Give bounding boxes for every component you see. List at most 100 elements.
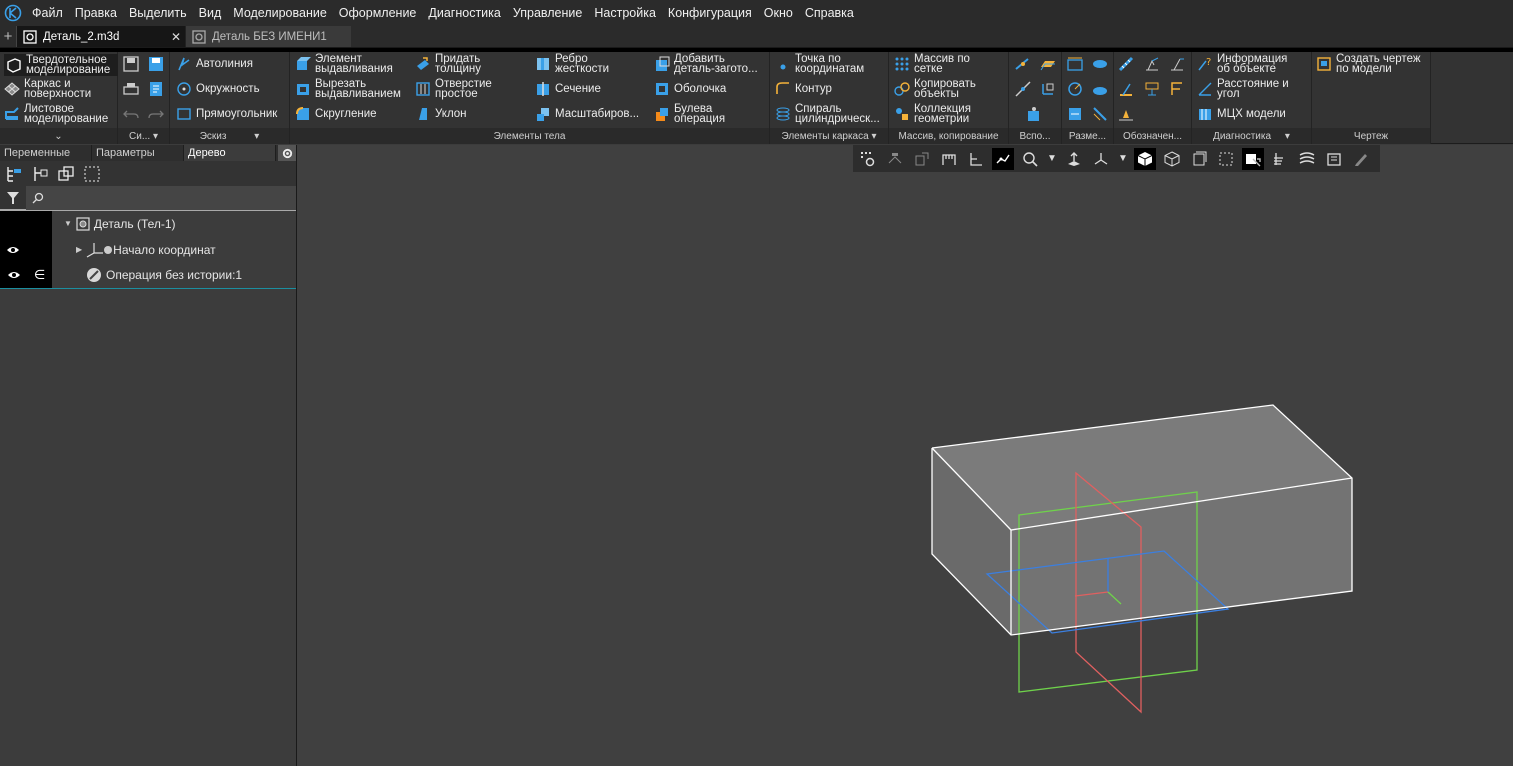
normal-to-icon[interactable]: [1063, 148, 1085, 170]
ribbon-group-footer[interactable]: Элементы тела: [290, 128, 769, 144]
select-object-icon[interactable]: [147, 80, 165, 98]
point-by-coordinates-button[interactable]: Точка по координатам: [775, 53, 864, 75]
tree-components-icon[interactable]: [57, 165, 75, 183]
base-mark-icon[interactable]: [1117, 80, 1135, 98]
shell-button[interactable]: Оболочка: [654, 81, 726, 97]
tree-selection-icon[interactable]: [83, 165, 101, 183]
object-info-button[interactable]: ? Информация об объекте: [1197, 53, 1287, 75]
stripes-icon[interactable]: [1296, 148, 1318, 170]
annotations-display-icon[interactable]: [965, 148, 987, 170]
filter-icon[interactable]: [0, 186, 26, 210]
extrude-button[interactable]: Элемент выдавливания: [295, 53, 393, 75]
ribbon-group-footer[interactable]: Обозначен...: [1114, 128, 1191, 144]
create-drawing-button[interactable]: Создать чертеж по модели: [1316, 53, 1421, 75]
weld-mark-icon[interactable]: [1117, 105, 1135, 123]
add-blank-part-button[interactable]: Добавить деталь-загото...: [654, 53, 758, 75]
collapse-arrow-icon[interactable]: ▶: [76, 245, 82, 254]
menu-settings[interactable]: Настройка: [588, 0, 662, 26]
expand-chevron-icon[interactable]: ⌄: [0, 128, 117, 144]
frame-selection-icon[interactable]: [1215, 148, 1237, 170]
expand-arrow-icon[interactable]: ▼: [64, 219, 72, 228]
tree-search-input[interactable]: [26, 186, 296, 210]
rectangle-button[interactable]: Прямоугольник: [176, 106, 277, 122]
drawing-view-icon[interactable]: [1323, 148, 1345, 170]
close-tab-icon[interactable]: ✕: [171, 30, 181, 44]
offset-plane-icon[interactable]: [1039, 55, 1057, 73]
scale-button[interactable]: Масштабиров...: [535, 106, 639, 122]
tree-history-icon[interactable]: [31, 165, 49, 183]
tab-parameters[interactable]: Параметры: [92, 145, 184, 161]
diameter-dimension-icon[interactable]: [1091, 55, 1109, 73]
auxiliary-axis-icon[interactable]: [1014, 55, 1032, 73]
roughness-icon[interactable]: [1143, 55, 1161, 73]
mass-properties-button[interactable]: МЦХ модели: [1197, 106, 1286, 122]
document-tab[interactable]: Деталь БЕЗ ИМЕНИ1: [185, 26, 351, 47]
menu-configuration[interactable]: Конфигурация: [662, 0, 758, 26]
save-icon[interactable]: [122, 55, 140, 73]
chevron-down-icon[interactable]: ▼: [1117, 148, 1129, 170]
menu-view[interactable]: Вид: [193, 0, 228, 26]
menu-file[interactable]: Файл: [26, 0, 69, 26]
zoom-icon[interactable]: [1019, 148, 1041, 170]
eye-icon[interactable]: [7, 270, 21, 280]
pencil-icon[interactable]: [1350, 148, 1372, 170]
ribbon-group-footer[interactable]: Си... ▾: [118, 128, 169, 144]
radial-dimension-icon[interactable]: [1066, 80, 1084, 98]
section-view-icon[interactable]: [1188, 148, 1210, 170]
copy-objects-button[interactable]: Копировать объекты: [894, 78, 976, 100]
contour-button[interactable]: Контур: [775, 81, 832, 97]
cylindrical-spiral-button[interactable]: Спираль цилиндрическ...: [775, 103, 880, 125]
layers-icon[interactable]: [1269, 148, 1291, 170]
circle-button[interactable]: Окружность: [176, 81, 260, 97]
position-mark-icon[interactable]: [1168, 80, 1186, 98]
arc-dimension-icon[interactable]: [1066, 105, 1084, 123]
leader-icon[interactable]: [1168, 55, 1186, 73]
ribbon-group-footer[interactable]: Массив, копирование: [889, 128, 1008, 144]
tree-row-operation[interactable]: ∈ Операция без истории:1: [0, 261, 296, 289]
ribbon-group-footer[interactable]: Элементы каркаса ▾: [770, 128, 888, 144]
view-settings-icon[interactable]: [857, 148, 879, 170]
save-as-icon[interactable]: [147, 55, 165, 73]
local-cs-icon[interactable]: [1039, 80, 1057, 98]
angular-dimension-icon[interactable]: [1091, 80, 1109, 98]
distance-angle-button[interactable]: Расстояние и угол: [1197, 78, 1289, 100]
redo-icon[interactable]: [147, 105, 165, 123]
document-tab-active[interactable]: Деталь_2.m3d ✕: [17, 26, 185, 47]
hole-button[interactable]: Отверстие простое: [415, 78, 492, 100]
gear-icon[interactable]: [278, 145, 296, 161]
3d-viewport[interactable]: ▼ ▼: [297, 145, 1513, 766]
geometry-collection-button[interactable]: Коллекция геометрии: [894, 103, 971, 125]
chevron-down-icon[interactable]: ▼: [1046, 148, 1058, 170]
thread-icon[interactable]: [1117, 55, 1135, 73]
menu-diagnostics[interactable]: Диагностика: [422, 0, 506, 26]
ribbon-group-footer[interactable]: Разме...: [1062, 128, 1113, 144]
hidden-objects-icon[interactable]: [884, 148, 906, 170]
dimensions-display-icon[interactable]: [938, 148, 960, 170]
new-tab-button[interactable]: +: [0, 26, 17, 47]
rib-button[interactable]: Ребро жесткости: [535, 53, 609, 75]
mode-sheet-metal[interactable]: Листовое моделирование: [4, 103, 108, 125]
draft-button[interactable]: Уклон: [415, 106, 467, 122]
control-point-icon[interactable]: [1025, 105, 1043, 123]
undo-icon[interactable]: [122, 105, 140, 123]
line-icon[interactable]: [1014, 80, 1032, 98]
autoline-button[interactable]: Автолиния: [176, 56, 253, 72]
tree-structure-icon[interactable]: [5, 165, 23, 183]
mode-wireframe-surfaces[interactable]: Каркас и поверхности: [4, 78, 91, 100]
shaded-display-icon[interactable]: [1134, 147, 1156, 170]
app-logo-icon[interactable]: [0, 0, 26, 26]
menu-window[interactable]: Окно: [758, 0, 799, 26]
grid-array-button[interactable]: Массив по сетке: [894, 53, 970, 75]
menu-design[interactable]: Оформление: [333, 0, 423, 26]
orientation-icon[interactable]: [1090, 148, 1112, 170]
eye-icon[interactable]: [6, 245, 20, 255]
tree-row-part[interactable]: ▼ Деталь (Тел-1): [0, 210, 296, 237]
tab-tree[interactable]: Дерево: [184, 145, 276, 161]
tolerance-icon[interactable]: [1143, 80, 1161, 98]
ribbon-group-footer[interactable]: Чертеж: [1312, 128, 1430, 144]
ribbon-group-footer[interactable]: Диагностика ▾: [1192, 128, 1311, 144]
thicken-button[interactable]: Придать толщину: [415, 53, 481, 75]
wireframe-display-icon[interactable]: [1161, 148, 1183, 170]
tab-variables[interactable]: Переменные: [0, 145, 92, 161]
print-icon[interactable]: [122, 80, 140, 98]
